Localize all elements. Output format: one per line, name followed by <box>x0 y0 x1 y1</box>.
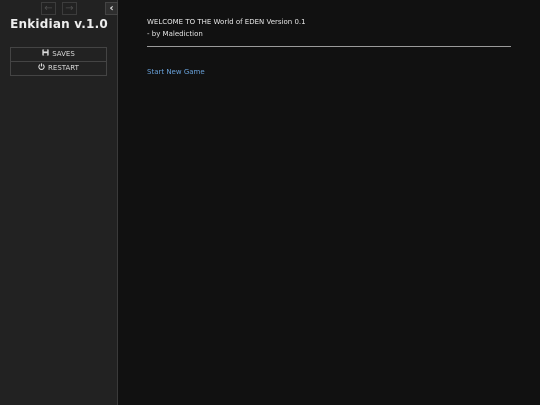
start-new-game-link[interactable]: Start New Game <box>147 67 205 77</box>
welcome-line: WELCOME TO THE World of EDEN Version 0.1 <box>147 18 306 26</box>
saves-label: SAVES <box>52 50 75 58</box>
history-forward-button[interactable]: → <box>62 2 77 15</box>
ui-bar: ← → ‹ Enkidian v.1.0 SAVES RESTART <box>0 0 118 405</box>
restart-button[interactable]: RESTART <box>10 62 107 76</box>
history-back-button[interactable]: ← <box>41 2 56 15</box>
story-title: Enkidian v.1.0 <box>10 17 108 31</box>
restart-label: RESTART <box>48 64 79 72</box>
sidebar-toggle-button[interactable]: ‹ <box>105 2 118 15</box>
arrow-left-icon: ← <box>44 3 53 14</box>
divider <box>147 46 511 47</box>
saves-button[interactable]: SAVES <box>10 47 107 62</box>
power-icon <box>38 62 45 75</box>
arrow-right-icon: → <box>65 3 74 14</box>
floppy-disk-icon <box>42 48 49 61</box>
passage-text: WELCOME TO THE World of EDEN Version 0.1… <box>147 16 511 40</box>
chevron-left-icon: ‹ <box>109 3 114 14</box>
author-line: - by Malediction <box>147 30 203 38</box>
